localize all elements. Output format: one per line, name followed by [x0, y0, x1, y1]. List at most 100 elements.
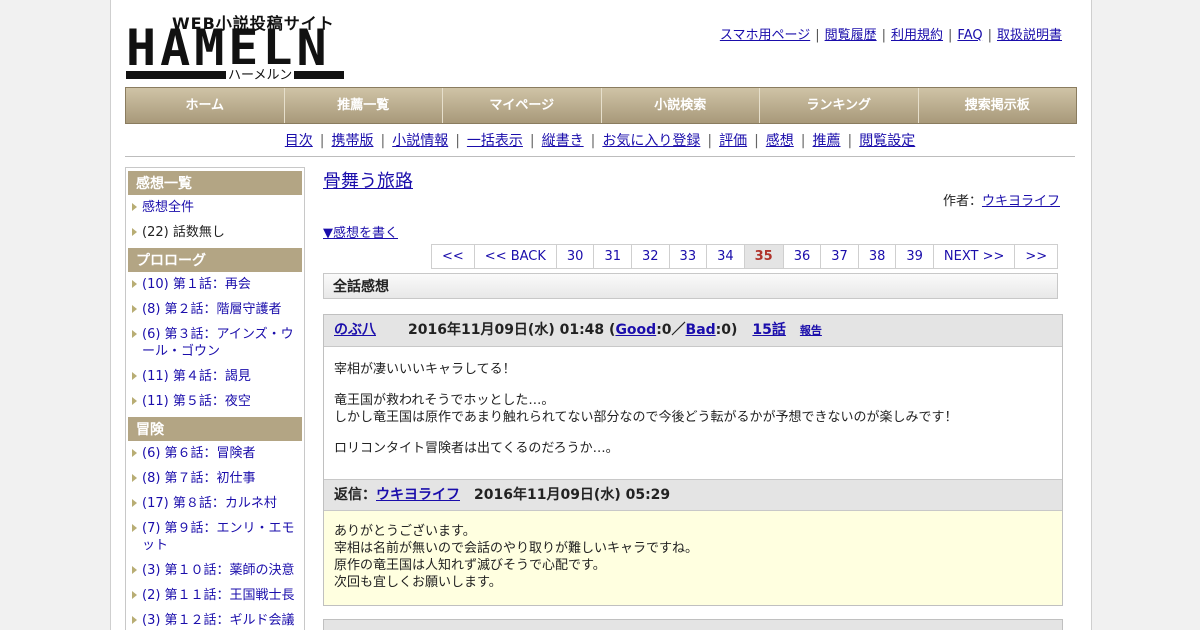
triangle-icon: [132, 524, 137, 532]
sidebar-heading: プロローグ: [128, 248, 302, 272]
comment-card: のぶ八 2016年11月09日(水) 01:48 (Good:0／Bad:0) 15…: [323, 314, 1063, 606]
pager-page[interactable]: 30: [557, 245, 595, 268]
triangle-icon: [132, 616, 137, 624]
reply-text: 原作の竜王国は人知れず滅びそうで心配です。: [334, 558, 606, 573]
sidebar-item[interactable]: (8) 第７話：初仕事: [126, 466, 304, 491]
pager-page[interactable]: 31: [594, 245, 632, 268]
author-link[interactable]: ウキヨライフ: [982, 194, 1060, 209]
author-line: 作者：ウキヨライフ: [943, 190, 1060, 209]
triangle-icon: [132, 591, 137, 599]
pager-page[interactable]: 37: [821, 245, 859, 268]
bad-link[interactable]: Bad: [686, 322, 716, 338]
nav-search[interactable]: 小説検索: [601, 88, 760, 123]
triangle-icon: [132, 228, 137, 236]
triangle-icon: [132, 474, 137, 482]
pager-page[interactable]: 39: [896, 245, 934, 268]
reply-date: 2016年11月09日(水) 05:29: [474, 487, 671, 503]
bad-count: :0): [715, 322, 738, 338]
pager-next[interactable]: NEXT >>: [934, 245, 1016, 268]
triangle-icon: [132, 280, 137, 288]
sidebar-item[interactable]: (7) 第９話：エンリ・エモット: [126, 516, 304, 558]
subnav-comments[interactable]: 感想: [766, 133, 794, 149]
pager-back[interactable]: << BACK: [475, 245, 557, 268]
top-links: スマホ用ページ | 閲覧履歴 | 利用規約 | FAQ | 取扱説明書: [719, 28, 1062, 43]
sidebar-item[interactable]: (3) 第１２話：ギルド会議: [126, 608, 304, 630]
reply-text: 宰相は名前が無いので会話のやり取りが難しいキャラですね。: [334, 541, 699, 556]
subnav-favorite[interactable]: お気に入り登録: [602, 133, 700, 149]
comment-user[interactable]: のぶ八: [334, 322, 376, 338]
comment-date: 2016年11月09日(水) 01:48 (: [408, 322, 616, 338]
triangle-icon: [132, 372, 137, 380]
nav-home[interactable]: ホーム: [126, 88, 285, 123]
good-link[interactable]: Good: [615, 322, 656, 338]
triangle-icon: [132, 305, 137, 313]
nav-recommend[interactable]: 推薦一覧: [284, 88, 443, 123]
subnav-vertical[interactable]: 縦書き: [542, 133, 584, 149]
sidebar-item[interactable]: (11) 第５話：夜空: [126, 389, 304, 414]
episode-link[interactable]: 15話: [752, 322, 785, 338]
sidebar-item[interactable]: (6) 第６話：冒険者: [126, 441, 304, 466]
triangle-icon: [132, 330, 137, 338]
triangle-icon: [132, 566, 137, 574]
triangle-icon: [132, 203, 137, 211]
subnav-mobile[interactable]: 携帯版: [331, 133, 373, 149]
pager-last[interactable]: >>: [1015, 245, 1057, 268]
triangle-icon: [132, 397, 137, 405]
reply-user[interactable]: ウキヨライフ: [376, 487, 460, 503]
write-comment-link[interactable]: ▼感想を書く: [323, 222, 398, 241]
report-link[interactable]: 報告: [800, 324, 822, 337]
sidebar-item[interactable]: (3) 第１０話：薬師の決意: [126, 558, 304, 583]
subnav-rating[interactable]: 評価: [719, 133, 747, 149]
link-history[interactable]: 閲覧履歴: [825, 28, 877, 43]
subnav-info[interactable]: 小説情報: [392, 133, 448, 149]
sidebar-item[interactable]: (17) 第８話：カルネ村: [126, 491, 304, 516]
reply-header: 返信：ウキヨライフ 2016年11月09日(水) 05:29: [324, 479, 1062, 511]
good-count: :0／: [656, 322, 686, 338]
sidebar-item[interactable]: (10) 第１話：再会: [126, 272, 304, 297]
link-manual[interactable]: 取扱説明書: [997, 28, 1062, 43]
pager-current: 35: [744, 245, 784, 268]
comment-card: [323, 619, 1063, 630]
pager-page[interactable]: 38: [859, 245, 897, 268]
triangle-icon: [132, 449, 137, 457]
pager-page[interactable]: 32: [632, 245, 670, 268]
sidebar-heading: 感想一覧: [128, 171, 302, 195]
novel-title[interactable]: 骨舞う旅路: [323, 167, 413, 193]
page: WEB小説投稿サイト HAMELN ハーメルン スマホ用ページ | 閲覧履歴 | 利用規…: [110, 0, 1092, 630]
comment-body: 宰相が凄いいいキャラしてる！ 竜王国が救われそうでホッとした…。 しかし竜王国は原…: [324, 347, 1062, 479]
sidebar-item[interactable]: 感想全件: [126, 195, 304, 220]
pager-page[interactable]: 34: [707, 245, 745, 268]
subnav-all[interactable]: 一括表示: [467, 133, 523, 149]
sub-nav: 目次 | 携帯版 | 小説情報 | 一括表示 | 縦書き | お気に入り登録 | 評価 | 感想 | 推薦 | 閲覧…: [284, 133, 916, 149]
subnav-recommend[interactable]: 推薦: [813, 133, 841, 149]
reply-body: ありがとうございます。 宰相は名前が無いので会話のやり取りが難しいキャラですね。…: [324, 511, 1062, 605]
sidebar-heading: 冒険: [128, 417, 302, 441]
author-label: 作者：: [942, 194, 982, 209]
nav-mypage[interactable]: マイページ: [443, 88, 602, 123]
divider: [125, 156, 1075, 157]
logo-reading: ハーメルン: [226, 64, 295, 83]
comment-header: のぶ八 2016年11月09日(水) 01:48 (Good:0／Bad:0) 15…: [324, 315, 1062, 347]
pager-first[interactable]: <<: [432, 245, 475, 268]
comment-text: ロリコンタイト冒険者は出てくるのだろうか…。: [334, 441, 619, 456]
subnav-toc[interactable]: 目次: [285, 133, 313, 149]
link-terms[interactable]: 利用規約: [891, 28, 943, 43]
triangle-icon: [132, 499, 137, 507]
comment-header: [324, 620, 1062, 630]
subnav-settings[interactable]: 閲覧設定: [859, 133, 915, 149]
nav-ranking[interactable]: ランキング: [760, 88, 919, 123]
sidebar-item[interactable]: (2) 第１１話：王国戦士長: [126, 583, 304, 608]
main-nav: ホーム 推薦一覧 マイページ 小説検索 ランキング 捜索掲示板: [125, 87, 1077, 124]
comment-text: 宰相が凄いいいキャラしてる！: [334, 362, 516, 377]
comment-text: 竜王国が救われそうでホッとした…。 しかし竜王国は原作であまり触れられてない部分な…: [334, 393, 958, 425]
link-faq[interactable]: FAQ: [957, 28, 982, 43]
sidebar-item[interactable]: (8) 第２話：階層守護者: [126, 297, 304, 322]
pager-page[interactable]: 36: [784, 245, 822, 268]
reply-label: 返信：: [334, 487, 376, 503]
sidebar-item[interactable]: (6) 第３話：アインズ・ウール・ゴウン: [126, 322, 304, 364]
hameln-logo[interactable]: WEB小説投稿サイト HAMELN ハーメルン: [126, 10, 346, 83]
sidebar-item[interactable]: (11) 第４話：謁見: [126, 364, 304, 389]
pager-page[interactable]: 33: [670, 245, 708, 268]
nav-board[interactable]: 捜索掲示板: [918, 88, 1076, 123]
link-smartphone[interactable]: スマホ用ページ: [720, 28, 810, 43]
